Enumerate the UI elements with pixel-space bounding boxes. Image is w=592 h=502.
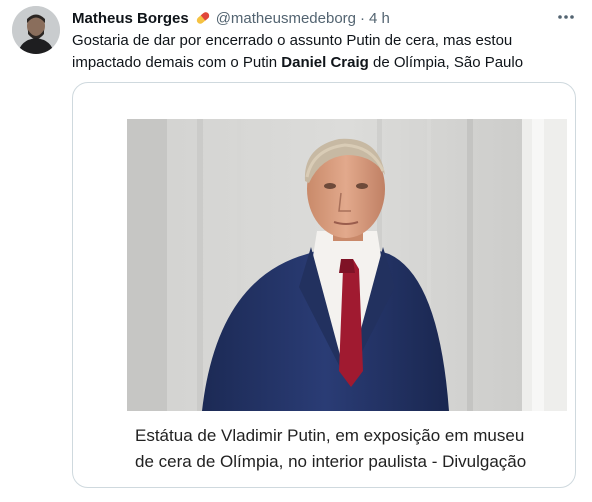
avatar-image xyxy=(12,6,60,54)
separator-dot: · xyxy=(360,9,366,27)
tweet-time[interactable]: 4 h xyxy=(369,10,390,27)
tweet[interactable]: Matheus Borges @matheusmedeborg · 4 h Go… xyxy=(0,0,592,502)
wax-statue-photo xyxy=(127,119,567,411)
tweet-header: Matheus Borges @matheusmedeborg · 4 h xyxy=(72,8,390,28)
tweet-text-part2: de Olímpia, São Paulo xyxy=(368,54,524,71)
user-handle[interactable]: @matheusmedeborg xyxy=(216,10,356,27)
display-name[interactable]: Matheus Borges xyxy=(72,10,189,27)
more-horizontal-icon xyxy=(558,15,574,19)
tweet-text-bold: Daniel Craig xyxy=(281,54,369,71)
media-card[interactable]: Estátua de Vladimir Putin, em exposição … xyxy=(72,82,576,488)
pill-emoji-icon xyxy=(194,9,212,27)
more-options-button[interactable] xyxy=(554,6,578,28)
avatar[interactable] xyxy=(12,6,60,54)
caption-line-2: de cera de Olímpia, no interior paulista… xyxy=(135,452,527,471)
media-photo[interactable] xyxy=(127,119,567,411)
photo-caption: Estátua de Vladimir Putin, em exposição … xyxy=(135,423,565,475)
tweet-text: Gostaria de dar por encerrado o assunto … xyxy=(72,30,572,74)
caption-line-1: Estátua de Vladimir Putin, em exposição … xyxy=(135,426,525,445)
